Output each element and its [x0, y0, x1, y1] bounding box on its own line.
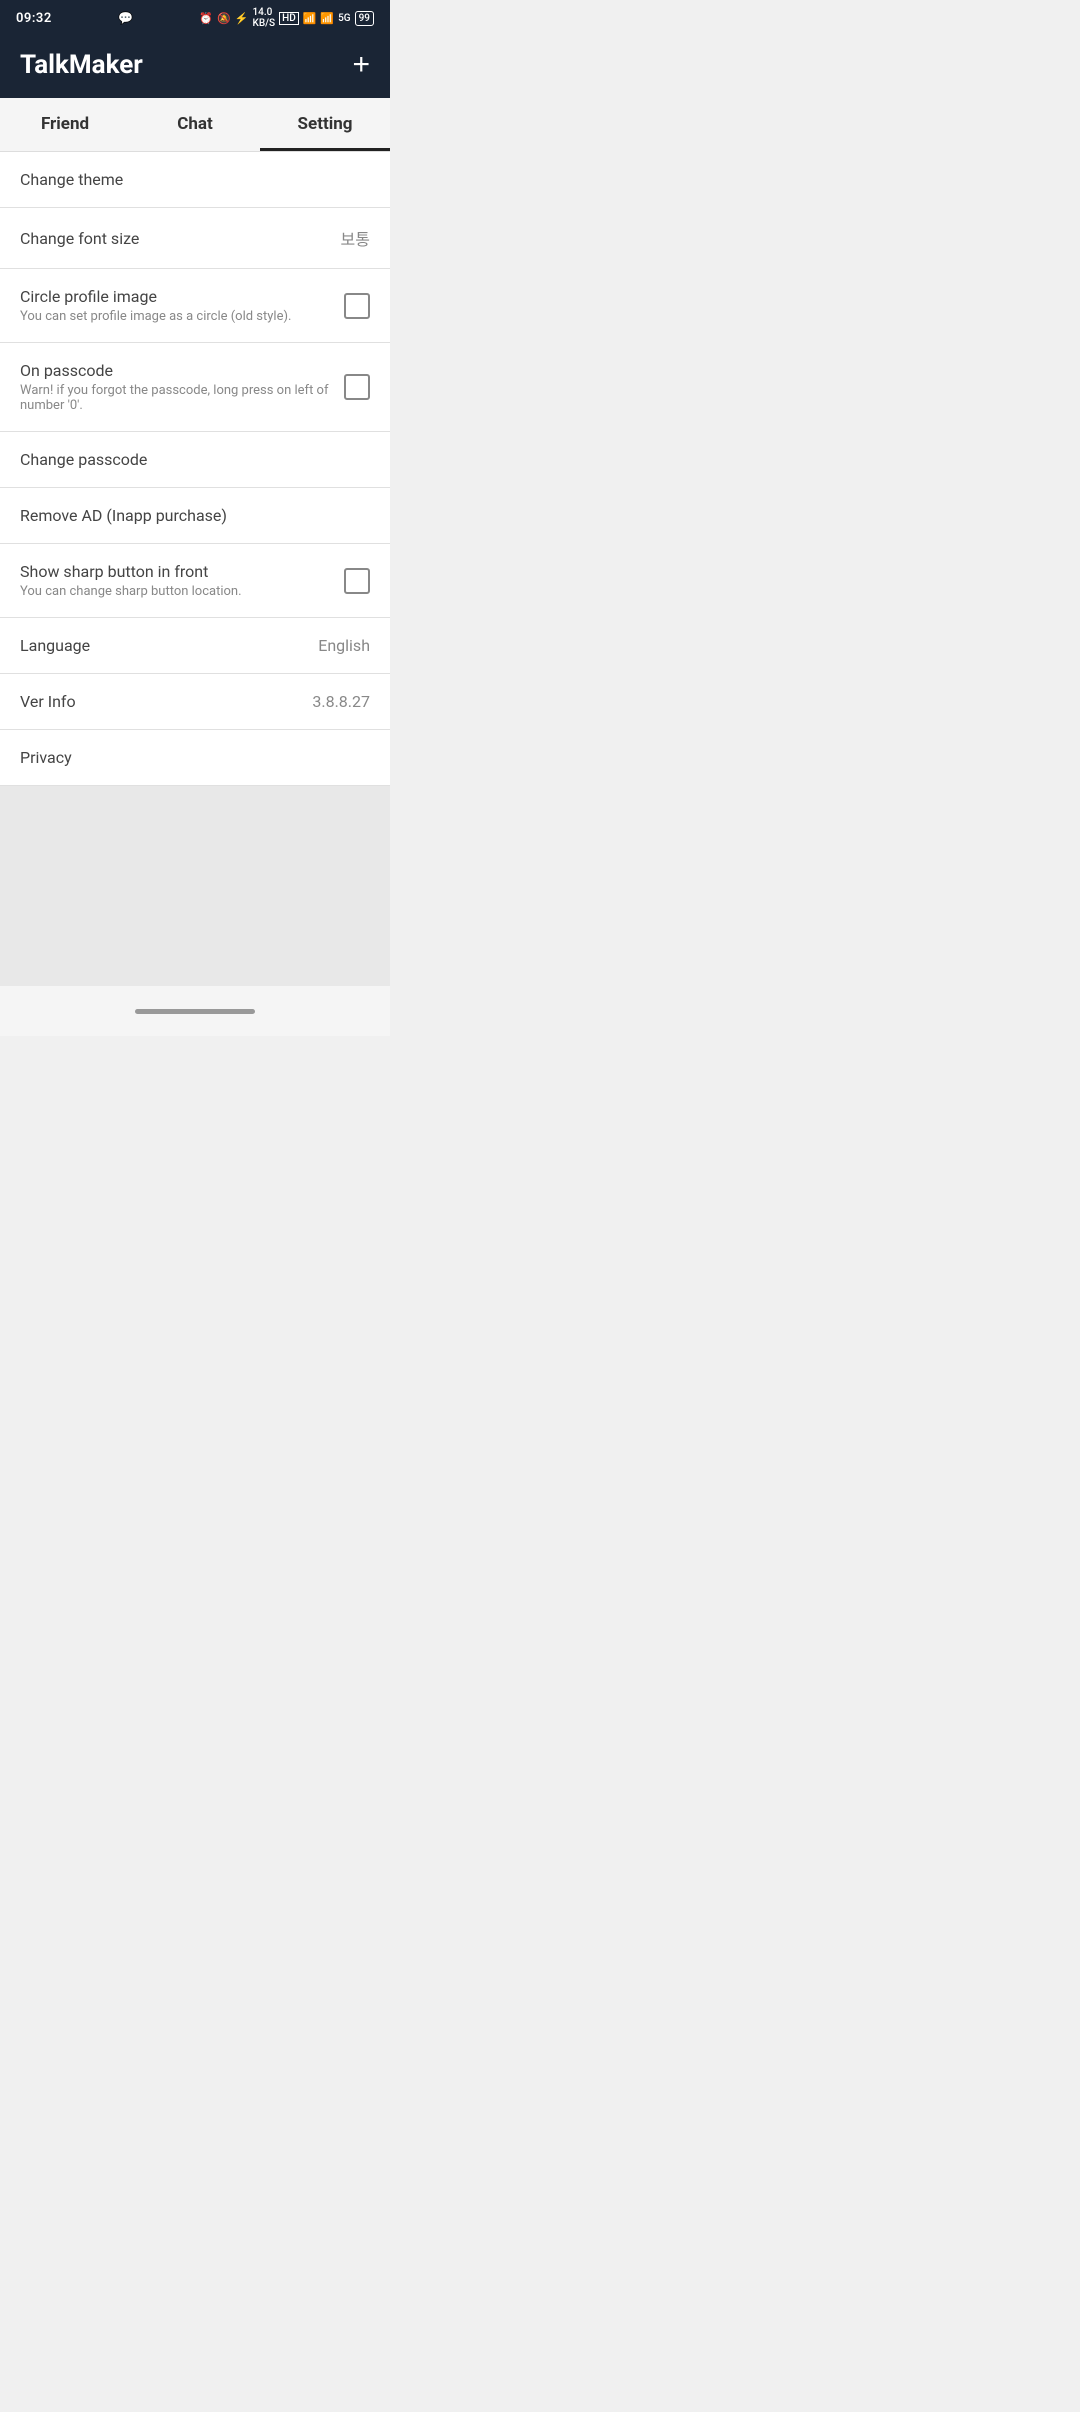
status-bar: 09:32 💬 ⏰ 🔕 ⚡ 14.0KB/S HD 📶 📶 5G 99 — [0, 0, 390, 36]
tab-friend[interactable]: Friend — [0, 98, 130, 151]
setting-item-remove-ad[interactable]: Remove AD (Inapp purchase) — [0, 488, 390, 544]
5g-icon: 5G — [338, 13, 351, 24]
setting-left-on-passcode: On passcode Warn! if you forgot the passc… — [20, 361, 344, 413]
data-speed: 14.0KB/S — [253, 7, 276, 29]
tab-setting[interactable]: Setting — [260, 98, 390, 151]
setting-title-show-sharp-button: Show sharp button in front — [20, 562, 208, 581]
setting-title-on-passcode: On passcode — [20, 361, 113, 380]
add-button[interactable]: + — [352, 50, 370, 80]
setting-subtitle-on-passcode: Warn! if you forgot the passcode, long p… — [20, 383, 344, 413]
setting-item-privacy[interactable]: Privacy — [0, 730, 390, 786]
setting-item-change-theme[interactable]: Change theme — [0, 152, 390, 208]
wifi-icon: 📶 — [303, 12, 317, 25]
setting-left-change-passcode: Change passcode — [20, 450, 370, 469]
setting-subtitle-circle-profile-image: You can set profile image as a circle (o… — [20, 309, 344, 324]
bluetooth-icon: ⚡ — [235, 12, 249, 25]
setting-title-change-passcode: Change passcode — [20, 450, 147, 469]
setting-title-change-font-size: Change font size — [20, 229, 139, 248]
setting-left-circle-profile-image: Circle profile image You can set profile … — [20, 287, 344, 324]
setting-value-ver-info: 3.8.8.27 — [312, 692, 370, 711]
status-time: 09:32 — [16, 11, 52, 26]
setting-item-ver-info[interactable]: Ver Info 3.8.8.27 — [0, 674, 390, 730]
setting-left-change-theme: Change theme — [20, 170, 370, 189]
setting-left-language: Language — [20, 636, 318, 655]
app-header: TalkMaker + — [0, 36, 390, 98]
setting-value-language: English — [318, 636, 370, 655]
setting-title-change-theme: Change theme — [20, 170, 123, 189]
setting-item-show-sharp-button[interactable]: Show sharp button in front You can change… — [0, 544, 390, 618]
battery-icon: 99 — [355, 11, 374, 26]
setting-item-change-font-size[interactable]: Change font size 보통 — [0, 208, 390, 269]
tabs-bar: Friend Chat Setting — [0, 98, 390, 152]
setting-title-remove-ad: Remove AD (Inapp purchase) — [20, 506, 227, 525]
home-indicator — [135, 1009, 255, 1014]
alarm-icon: ⏰ — [199, 12, 213, 25]
setting-title-circle-profile-image: Circle profile image — [20, 287, 157, 306]
signal-icon: 📶 — [320, 12, 334, 25]
setting-left-privacy: Privacy — [20, 748, 370, 767]
footer-area — [0, 786, 390, 986]
setting-checkbox-on-passcode[interactable] — [344, 374, 370, 400]
home-indicator-bar — [0, 986, 390, 1036]
setting-subtitle-show-sharp-button: You can change sharp button location. — [20, 584, 344, 599]
setting-title-ver-info: Ver Info — [20, 692, 76, 711]
setting-title-language: Language — [20, 636, 90, 655]
setting-left-ver-info: Ver Info — [20, 692, 312, 711]
setting-item-on-passcode[interactable]: On passcode Warn! if you forgot the passc… — [0, 343, 390, 432]
setting-checkbox-show-sharp-button[interactable] — [344, 568, 370, 594]
status-icons: ⏰ 🔕 ⚡ 14.0KB/S HD 📶 📶 5G 99 — [199, 7, 374, 29]
mute-icon: 🔕 — [217, 12, 231, 25]
tab-chat[interactable]: Chat — [130, 98, 260, 151]
setting-item-circle-profile-image[interactable]: Circle profile image You can set profile … — [0, 269, 390, 343]
hd-icon: HD — [279, 12, 299, 25]
setting-left-remove-ad: Remove AD (Inapp purchase) — [20, 506, 370, 525]
status-icon-chat: 💬 — [118, 11, 133, 25]
app-title: TalkMaker — [20, 50, 143, 80]
setting-left-change-font-size: Change font size — [20, 229, 341, 248]
settings-list: Change theme Change font size 보통 Circle pro… — [0, 152, 390, 786]
setting-checkbox-circle-profile-image[interactable] — [344, 293, 370, 319]
setting-title-privacy: Privacy — [20, 748, 72, 767]
setting-value-change-font-size: 보통 — [341, 226, 370, 250]
setting-item-change-passcode[interactable]: Change passcode — [0, 432, 390, 488]
setting-item-language[interactable]: Language English — [0, 618, 390, 674]
setting-left-show-sharp-button: Show sharp button in front You can change… — [20, 562, 344, 599]
